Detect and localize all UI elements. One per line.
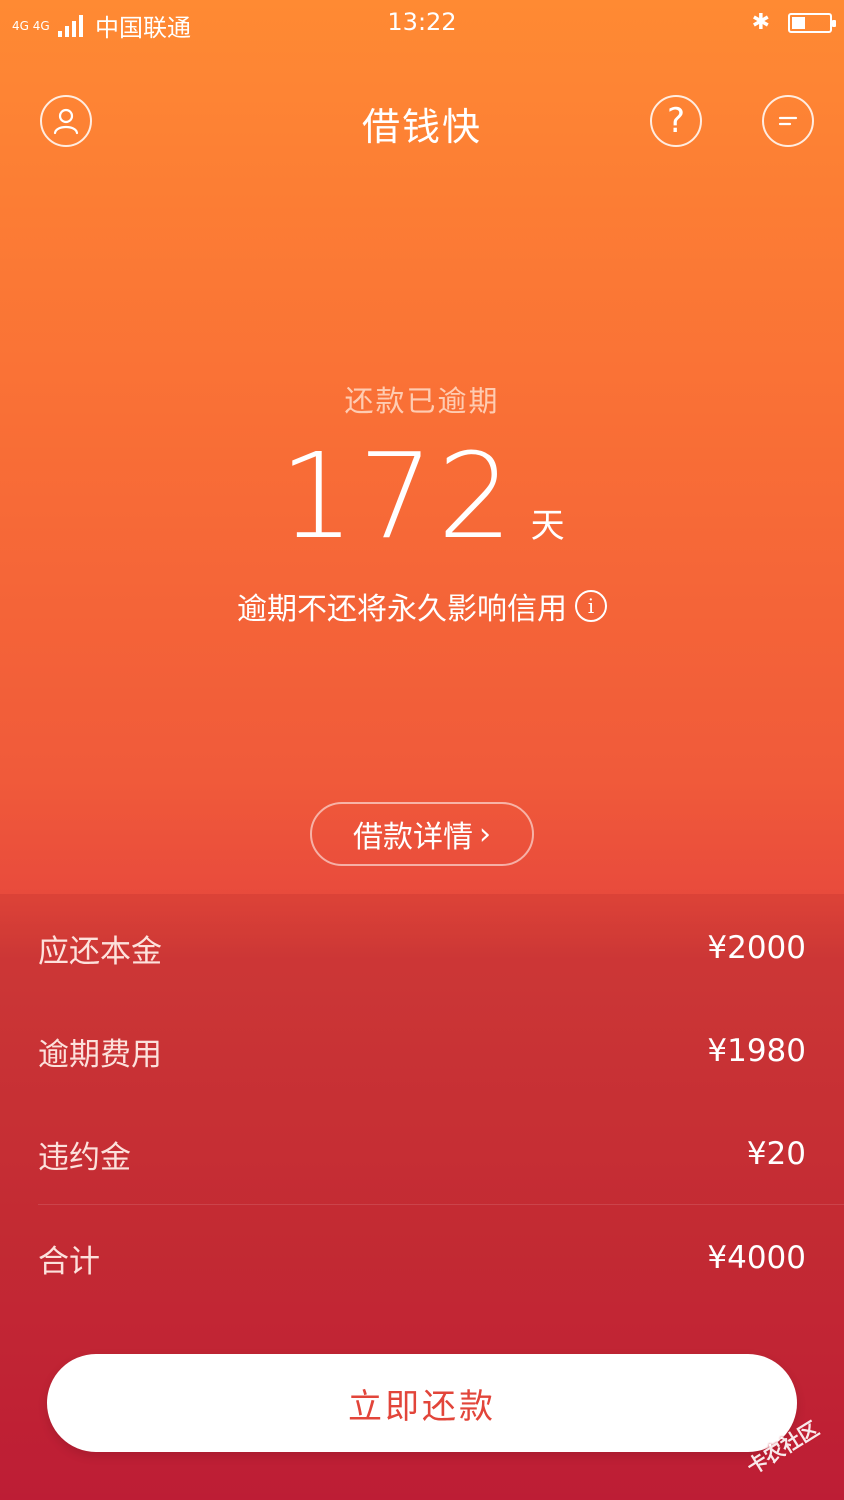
row-value: ¥2000 — [707, 930, 806, 966]
row-label: 应还本金 — [38, 933, 162, 970]
repay-now-button[interactable]: 立即还款 — [47, 1354, 797, 1452]
page-title: 借钱快 — [361, 105, 482, 149]
bluetooth-icon: ✱ — [751, 10, 770, 35]
question-icon: ? — [666, 101, 686, 141]
messages-button[interactable] — [762, 95, 814, 147]
overdue-label: 还款已逾期 — [344, 384, 500, 418]
summary-row-overdue-fee: 逾期费用 ¥1980 — [38, 1001, 806, 1101]
battery-level — [792, 16, 805, 29]
summary-row-principal: 应还本金 ¥2000 — [38, 898, 806, 998]
row-value: ¥1980 — [707, 1033, 806, 1069]
credit-warning-text: 逾期不还将永久影响信用 — [237, 592, 567, 627]
row-label: 合计 — [38, 1243, 100, 1280]
row-value: ¥4000 — [707, 1240, 806, 1276]
overdue-days: 172 天 — [0, 427, 844, 565]
row-label: 违约金 — [38, 1139, 131, 1176]
top-nav: 借钱快 ? — [0, 90, 844, 152]
row-value: ¥20 — [746, 1136, 806, 1172]
battery-icon — [788, 12, 836, 33]
info-icon[interactable]: i — [575, 590, 607, 622]
message-icon — [778, 116, 798, 126]
row-label: 逾期费用 — [38, 1036, 162, 1073]
divider — [38, 1204, 844, 1205]
chevron-right-icon: › — [479, 816, 491, 852]
status-time: 13:22 — [387, 8, 457, 36]
overdue-days-unit: 天 — [530, 506, 565, 546]
help-button[interactable]: ? — [650, 95, 702, 147]
summary-row-penalty: 违约金 ¥20 — [38, 1104, 806, 1204]
loan-details-label: 借款详情 — [353, 820, 473, 855]
credit-warning: 逾期不还将永久影响信用 i — [0, 584, 844, 628]
status-right: ✱ — [751, 10, 836, 35]
loan-details-button[interactable]: 借款详情 › — [310, 802, 534, 866]
status-bar: 4G 4G 中国联通 13:22 ✱ — [0, 0, 844, 46]
overdue-days-number: 172 — [279, 427, 517, 565]
summary-row-total: 合计 ¥4000 — [38, 1208, 806, 1308]
